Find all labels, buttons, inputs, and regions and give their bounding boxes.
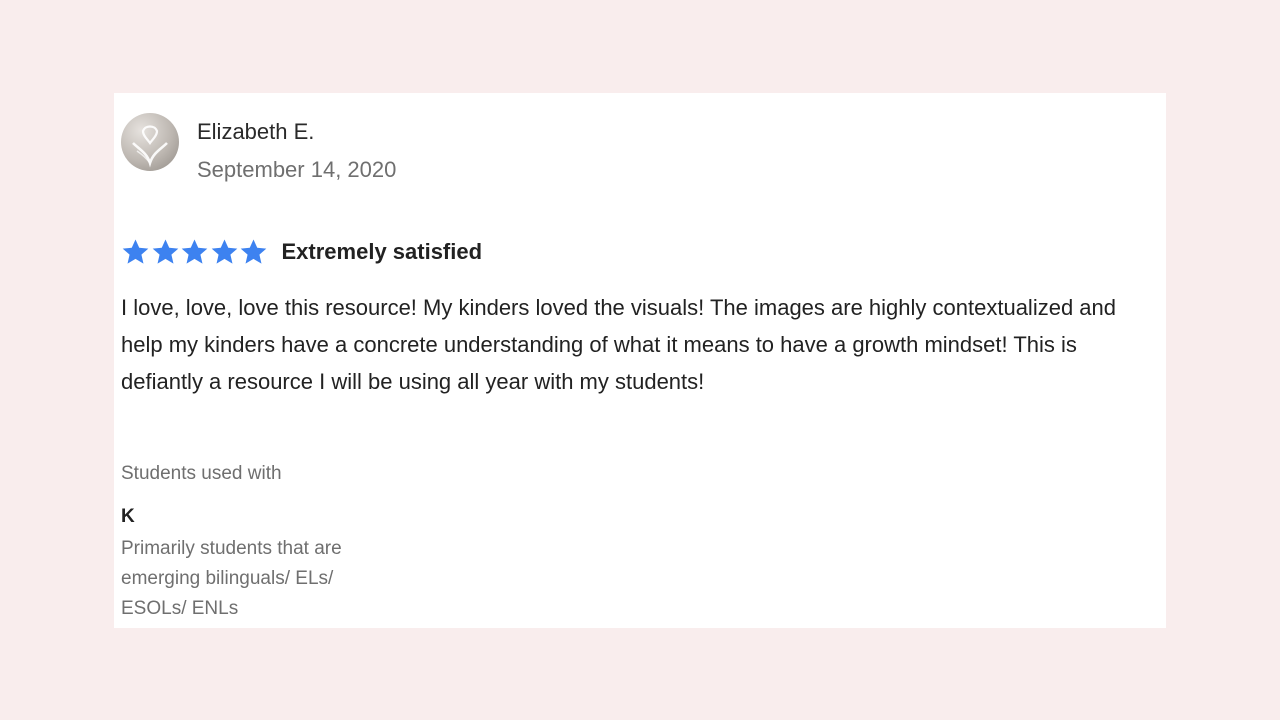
reviewer-name[interactable]: Elizabeth E. xyxy=(197,119,314,145)
star-icon xyxy=(151,238,180,267)
avatar-logo-icon xyxy=(132,125,168,168)
grade-level: K xyxy=(121,506,135,527)
avatar[interactable] xyxy=(121,113,179,171)
review-card: Elizabeth E. September 14, 2020 Extremel… xyxy=(114,93,1166,628)
review-text: I love, love, love this resource! My kin… xyxy=(121,295,1116,394)
rating-label: Extremely satisfied xyxy=(281,239,483,264)
students-used-with-heading: Students used with xyxy=(121,463,282,484)
star-rating xyxy=(121,238,269,267)
rating-row: Extremely satisfied xyxy=(121,237,482,267)
review-date: September 14, 2020 xyxy=(197,157,397,182)
star-icon xyxy=(121,238,150,267)
star-icon xyxy=(180,238,209,267)
star-icon xyxy=(239,238,268,267)
star-icon xyxy=(210,238,239,267)
students-description: Primarily students that are emerging bil… xyxy=(121,538,342,619)
